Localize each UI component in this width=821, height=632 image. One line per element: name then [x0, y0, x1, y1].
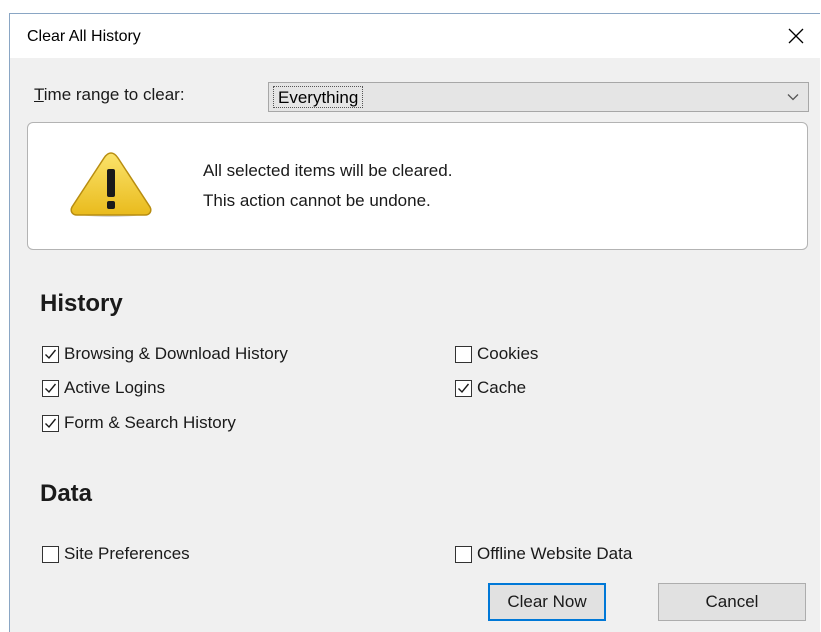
checkbox-form-search-history[interactable]: Form & Search History [42, 412, 236, 434]
checkbox-box[interactable] [455, 545, 472, 563]
warning-box: All selected items will be cleared. This… [27, 122, 808, 250]
close-button[interactable] [771, 14, 821, 58]
clear-history-dialog: Clear All History Time range to clear: E… [9, 13, 821, 632]
checkbox-box[interactable] [455, 345, 472, 363]
dialog-title: Clear All History [27, 28, 141, 45]
checkbox-cache[interactable]: Cache [455, 377, 526, 399]
checkbox-box[interactable] [42, 345, 59, 363]
checkbox-label: Cookies [477, 344, 539, 363]
checkbox-cookies[interactable]: Cookies [455, 343, 538, 365]
title-bar: Clear All History [10, 14, 821, 58]
checkbox-box[interactable] [42, 414, 59, 432]
time-range-label: Time range to clear: [34, 85, 185, 105]
warning-icon [70, 152, 152, 217]
checkmark-icon [45, 383, 57, 393]
time-range-accesskey: T [34, 85, 44, 104]
checkbox-label: Form & Search History [64, 413, 236, 432]
checkbox-browsing-download-history[interactable]: Browsing & Download History [42, 343, 288, 365]
history-heading: History [40, 290, 123, 317]
time-range-select[interactable]: Everything [268, 82, 809, 112]
clear-now-button[interactable]: Clear Now [488, 583, 606, 621]
time-range-label-text: ime range to clear: [43, 85, 185, 104]
checkbox-label: Cache [477, 378, 527, 397]
warning-text-line-1: All selected items will be cleared. [203, 161, 453, 180]
chevron-down-icon[interactable] [778, 83, 808, 111]
checkmark-icon [45, 349, 57, 359]
checkmark-icon [45, 418, 57, 428]
checkbox-label: Offline Website Data [477, 544, 633, 563]
checkbox-active-logins[interactable]: Active Logins [42, 377, 165, 399]
checkbox-box[interactable] [42, 379, 59, 397]
checkbox-box[interactable] [42, 545, 59, 563]
checkbox-label: Site Preferences [64, 544, 190, 563]
checkbox-label: Browsing & Download History [64, 344, 288, 363]
warning-text-line-2: This action cannot be undone. [203, 191, 431, 210]
checkbox-label: Active Logins [64, 378, 166, 397]
checkbox-site-preferences[interactable]: Site Preferences [42, 543, 190, 565]
close-icon [788, 28, 804, 44]
data-heading: Data [40, 480, 93, 507]
checkbox-box[interactable] [455, 379, 472, 397]
checkbox-offline-website-data[interactable]: Offline Website Data [455, 543, 632, 565]
cancel-button[interactable]: Cancel [658, 583, 806, 621]
checkmark-icon [458, 383, 470, 393]
time-range-value: Everything [273, 86, 364, 108]
